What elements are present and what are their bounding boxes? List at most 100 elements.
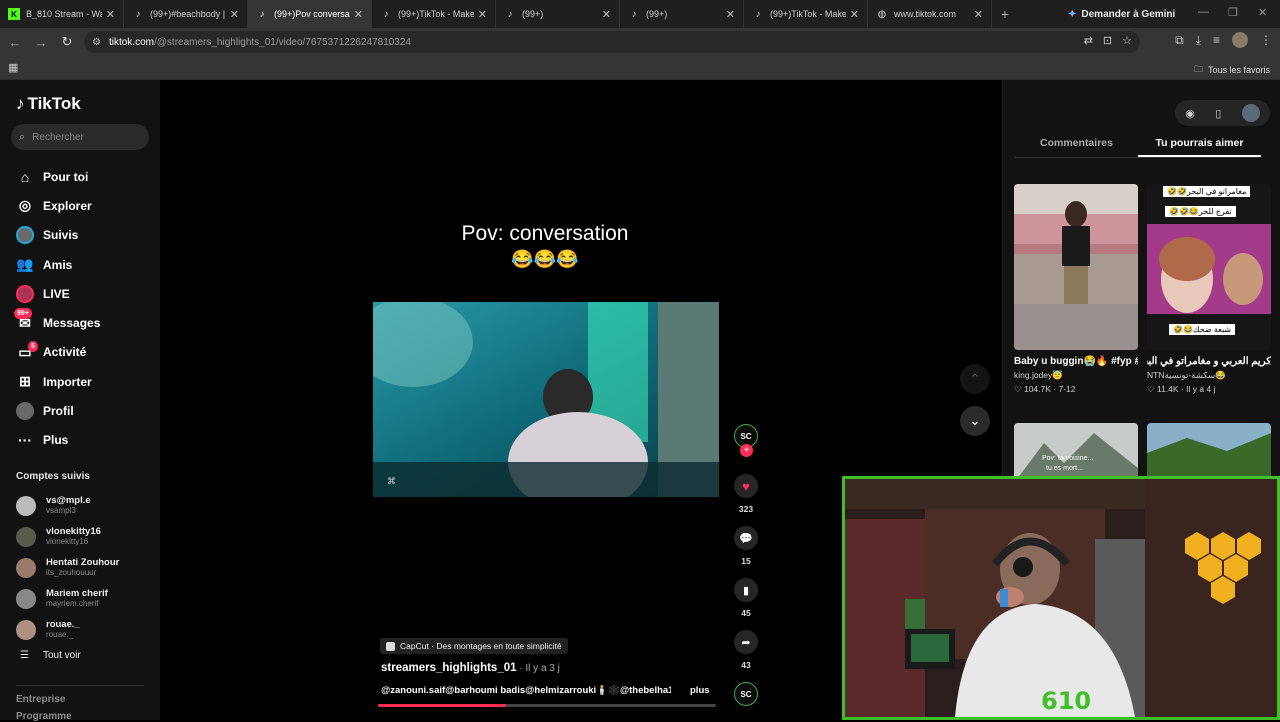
music-disc[interactable]: SC [734, 682, 758, 706]
more-button[interactable]: plus [690, 685, 710, 696]
nav-label: LIVE [43, 286, 70, 301]
profile-avatar[interactable] [1232, 32, 1248, 48]
save-button[interactable]: ▮ 45 [734, 578, 758, 618]
profile-icon [16, 402, 34, 421]
share-button[interactable]: ➦ 43 [734, 630, 758, 670]
nav-item-explorer[interactable]: ◎ Explorer [16, 191, 156, 220]
tab-comments[interactable]: Commentaires [1015, 132, 1138, 157]
user-avatar[interactable] [1241, 104, 1260, 122]
browser-tab[interactable]: ♪ (99+) ✕ [496, 0, 620, 28]
browser-tab[interactable]: ◍ www.tiktok.com ✕ [868, 0, 992, 28]
previous-video-button[interactable]: ⌃ [960, 364, 990, 394]
account-username: rouae._ [46, 630, 74, 639]
nav-item-profil[interactable]: Profil [16, 396, 156, 425]
close-tab-icon[interactable]: ✕ [602, 8, 611, 21]
nav-item-messages[interactable]: ✉ 99+ Messages [14, 308, 156, 337]
video-player[interactable]: ⌘ [373, 302, 719, 497]
logo-text: TikTok [27, 94, 81, 113]
see-all-button[interactable]: ☰ Tout voir [20, 650, 81, 661]
close-window-icon[interactable]: ✕ [1258, 6, 1267, 19]
tab-recommended[interactable]: Tu pourrais aimer [1138, 132, 1261, 157]
capcut-label: CapCut · Des montages en toute simplicit… [400, 641, 562, 651]
nav-item-plus[interactable]: ··· Plus [16, 426, 156, 455]
browser-tab-active[interactable]: ♪ (99+)Pov conversatio ✕ [248, 0, 372, 28]
nav-label: Plus [43, 433, 69, 448]
close-tab-icon[interactable]: ✕ [106, 8, 115, 21]
search-input[interactable]: ⌕ Rechercher [11, 124, 149, 150]
browser-tab[interactable]: ♪ (99+) ✕ [620, 0, 744, 28]
next-video-button[interactable]: ⌄ [960, 406, 990, 436]
footer-link-programme[interactable]: Programme [16, 711, 72, 722]
media-icon[interactable]: ≡ [1213, 33, 1220, 47]
nav-item-live[interactable]: LIVE [16, 279, 156, 308]
avatar [16, 557, 36, 578]
device-icon[interactable]: ▯ [1215, 107, 1221, 120]
all-bookmarks-button[interactable]: 🗀 Tous les favoris [1194, 62, 1270, 78]
search-icon: ⌕ [19, 130, 26, 143]
nav-item-activite[interactable]: ▭ 5 Activité [16, 338, 156, 367]
close-tab-icon[interactable]: ✕ [354, 8, 363, 21]
card-title: Baby u buggin😭🔥 #fyp #kingjodey... [1014, 356, 1138, 367]
extensions-icon[interactable]: ⧉ [1175, 33, 1184, 48]
coins-icon[interactable]: ◉ [1185, 107, 1195, 120]
activity-badge: 5 [28, 340, 38, 352]
tab-title: (99+)TikTok - Make Y [770, 9, 846, 19]
followed-account[interactable]: vs@mpl.e vsampl3 [16, 490, 156, 521]
back-icon[interactable]: ← [4, 31, 26, 53]
translate-icon[interactable]: ⇄ [1084, 34, 1093, 47]
comment-button[interactable]: 💬 15 [734, 526, 758, 566]
recommended-card[interactable] [1147, 423, 1271, 483]
address-bar[interactable]: ⚙ tiktok.com/@streamers_highlights_01/vi… [84, 31, 1140, 53]
install-icon[interactable]: ⊡ [1103, 34, 1112, 47]
nav-item-amis[interactable]: 👥 Amis [16, 250, 156, 279]
like-button[interactable]: ♥ 323 [734, 474, 758, 514]
close-tab-icon[interactable]: ✕ [974, 8, 983, 21]
apps-grid-icon[interactable]: ▦ [8, 61, 18, 74]
search-placeholder: Rechercher [32, 131, 84, 143]
reload-icon[interactable]: ↻ [56, 31, 78, 53]
new-tab-button[interactable]: + [992, 0, 1018, 28]
thumb-caption: تفرج للخر😂🤣🤣 [1165, 206, 1236, 217]
nav-item-pour-toi[interactable]: ⌂ Pour toi [16, 162, 156, 191]
video-overlay-title: Pov: conversation [461, 222, 629, 245]
minimize-icon[interactable]: — [1198, 6, 1209, 18]
followed-account[interactable]: Mariem cherif mayriem.cherif [16, 583, 156, 614]
gemini-button[interactable]: ✦ Demander à Gemini [1068, 4, 1175, 24]
browser-menu-icon[interactable]: ⋮ [1260, 33, 1272, 47]
maximize-icon[interactable]: ❐ [1228, 6, 1238, 19]
recommended-card[interactable]: Baby u buggin😭🔥 #fyp #kingjodey... king.… [1014, 184, 1142, 395]
browser-tab[interactable]: ♪ (99+)#beachbody | T ✕ [124, 0, 248, 28]
footer-link-entreprise[interactable]: Entreprise [16, 694, 65, 705]
video-progress-bar[interactable] [378, 704, 716, 707]
close-tab-icon[interactable]: ✕ [850, 8, 859, 21]
video-author[interactable]: streamers_highlights_01 · Il y a 3 j [381, 662, 560, 674]
close-tab-icon[interactable]: ✕ [230, 8, 239, 21]
bookmark-star-icon[interactable]: ☆ [1122, 34, 1132, 47]
close-tab-icon[interactable]: ✕ [726, 8, 735, 21]
friends-icon: 👥 [16, 256, 34, 273]
more-options-icon[interactable]: ⋮ [1265, 356, 1275, 367]
forward-icon[interactable]: → [30, 31, 52, 53]
browser-tab[interactable]: ♪ (99+)TikTok - Make Y ✕ [372, 0, 496, 28]
recommended-card[interactable]: مغامراتو في البحر🤣🤣 تفرج للخر😂🤣🤣 شبعة ضح… [1147, 184, 1275, 395]
followed-account[interactable]: rouae._ rouae._ [16, 614, 156, 645]
close-tab-icon[interactable]: ✕ [478, 8, 487, 21]
followed-account[interactable]: Hentati Zouhour its_zouhouuur [16, 552, 156, 583]
video-description: @zanouni.saif@barhoumi badis@helmizarrou… [381, 685, 671, 696]
tab-title: (99+)Pov conversatio [274, 9, 350, 19]
follow-plus-icon[interactable]: + [740, 444, 753, 457]
browser-tab[interactable]: K B_810 Stream - Watc ✕ [0, 0, 124, 28]
nav-item-importer[interactable]: ⊞ Importer [16, 367, 156, 396]
tiktok-logo[interactable]: ♪ TikTok [16, 94, 81, 114]
site-info-icon[interactable]: ⚙ [92, 37, 101, 48]
nav-item-suivis[interactable]: Suivis [16, 221, 156, 250]
download-icon[interactable]: ⤓ [1196, 33, 1201, 48]
browser-tab[interactable]: ♪ (99+)TikTok - Make Y ✕ [744, 0, 868, 28]
capcut-tag[interactable]: CapCut · Des montages en toute simplicit… [380, 638, 568, 654]
followed-account[interactable]: vlonekitty16 vlonekitty16 [16, 521, 156, 552]
thumb-caption: tu es mort... [1046, 465, 1083, 472]
recommended-card[interactable]: Pov: ta voisine... tu es mort... [1014, 423, 1138, 483]
chevron-down-icon: ⌄ [969, 413, 981, 428]
creator-avatar[interactable]: SC + [734, 424, 758, 457]
more-options-icon[interactable]: ⋮ [1132, 356, 1142, 367]
